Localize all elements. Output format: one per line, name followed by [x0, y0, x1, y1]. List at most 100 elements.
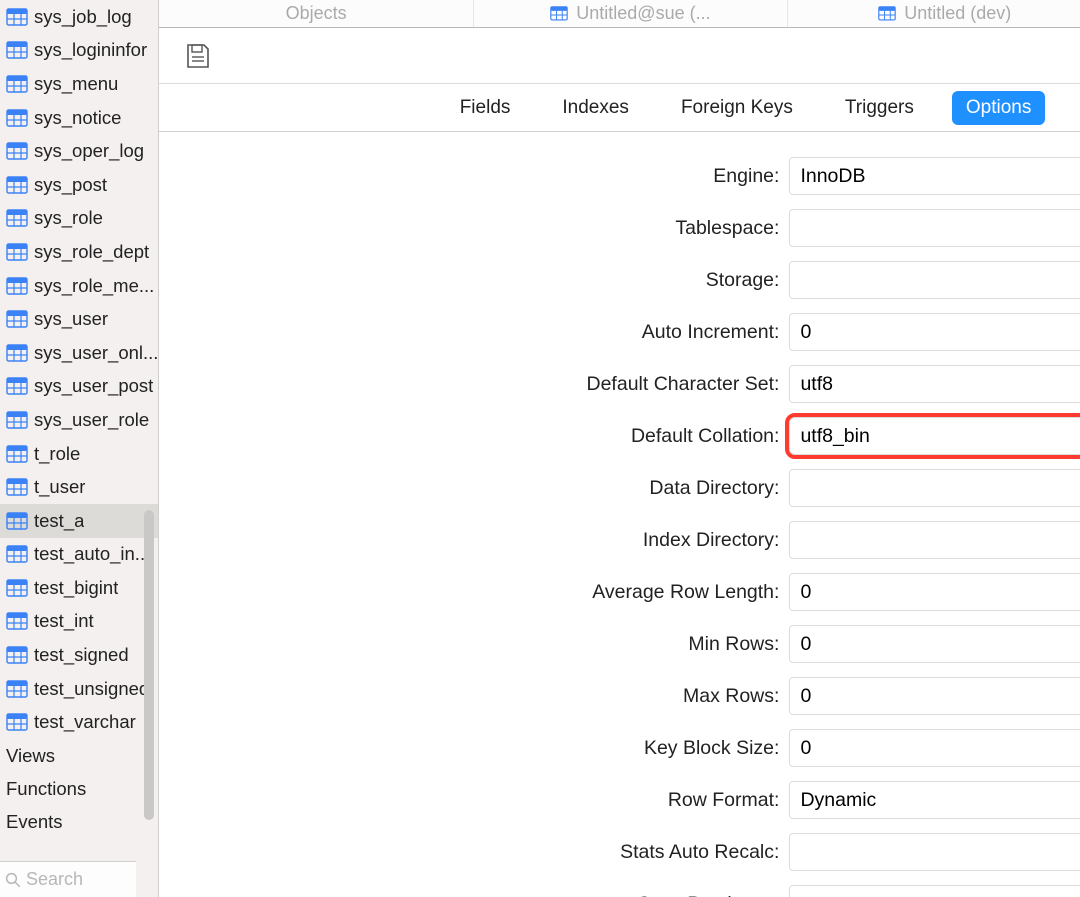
- field-input[interactable]: [790, 626, 1080, 662]
- form-row: Stats Persistent:: [159, 878, 1080, 897]
- sidebar-table-sys_logininfor[interactable]: sys_logininfor: [0, 34, 158, 68]
- sidebar-table-t_user[interactable]: t_user: [0, 470, 158, 504]
- input-data-directory[interactable]: [789, 469, 1080, 507]
- main-area: Objects Untitled@sue (... Untitled (dev): [159, 0, 1080, 897]
- select-storage[interactable]: [789, 261, 1080, 299]
- sidebar-table-test_bigint[interactable]: test_bigint: [0, 571, 158, 605]
- table-icon: [6, 512, 28, 530]
- subtab-foreign-keys[interactable]: Foreign Keys: [667, 91, 807, 125]
- field-label: Min Rows:: [159, 633, 789, 656]
- field-input[interactable]: [790, 522, 1080, 558]
- table-label: sys_role: [34, 207, 103, 229]
- table-icon: [6, 612, 28, 630]
- tab-objects[interactable]: Objects: [159, 0, 473, 27]
- subtab-indexes[interactable]: Indexes: [548, 91, 643, 125]
- table-editor-subtabs: Fields Indexes Foreign Keys Triggers Options…: [159, 84, 1080, 132]
- table-icon: [878, 5, 896, 23]
- table-label: sys_oper_log: [34, 140, 144, 162]
- table-label: sys_post: [34, 174, 107, 196]
- sidebar-table-sys_user[interactable]: sys_user: [0, 302, 158, 336]
- field-label: Auto Increment:: [159, 321, 789, 344]
- sidebar-scrollbar[interactable]: [144, 510, 154, 820]
- subtab-commen[interactable]: Commen: [1069, 91, 1080, 125]
- sidebar-table-sys_user_onl-[interactable]: sys_user_onl...: [0, 336, 158, 370]
- field-input[interactable]: [790, 574, 1080, 610]
- sidebar-table-test_a[interactable]: test_a: [0, 504, 158, 538]
- field-input[interactable]: [790, 678, 1080, 714]
- sidebar-table-test_unsigned[interactable]: test_unsigned: [0, 672, 158, 706]
- sidebar-table-test_signed[interactable]: test_signed: [0, 638, 158, 672]
- field-input[interactable]: [790, 210, 1080, 246]
- tab-untitled-sue[interactable]: Untitled@sue (...: [474, 0, 788, 27]
- table-icon: [6, 445, 28, 463]
- field-input[interactable]: [790, 314, 1080, 350]
- field-input[interactable]: [790, 418, 1080, 454]
- table-label: t_user: [34, 476, 85, 498]
- field-input[interactable]: [790, 262, 1080, 298]
- table-icon: [6, 243, 28, 261]
- table-icon: [6, 109, 28, 127]
- sidebar-table-t_role[interactable]: t_role: [0, 437, 158, 471]
- field-input[interactable]: [790, 886, 1080, 897]
- sidebar-category-views[interactable]: Views: [0, 739, 158, 772]
- table-icon: [6, 8, 28, 26]
- sidebar-table-sys_post[interactable]: sys_post: [0, 168, 158, 202]
- sidebar-table-sys_job_log[interactable]: sys_job_log: [0, 0, 158, 34]
- table-label: sys_user_onl...: [34, 342, 158, 364]
- sidebar-table-sys_notice[interactable]: sys_notice: [0, 101, 158, 135]
- select-engine[interactable]: [789, 157, 1080, 195]
- table-label: sys_menu: [34, 73, 118, 95]
- field-label: Index Directory:: [159, 529, 789, 552]
- field-label: Average Row Length:: [159, 581, 789, 604]
- options-form: Engine:Tablespace:Storage:Auto Increment…: [159, 132, 1080, 897]
- select-row-format[interactable]: [789, 781, 1080, 819]
- input-min-rows[interactable]: [789, 625, 1080, 663]
- field-label: Key Block Size:: [159, 737, 789, 760]
- select-default-character-set[interactable]: [789, 365, 1080, 403]
- tab-label: Untitled (dev): [904, 3, 1011, 24]
- table-icon: [6, 478, 28, 496]
- table-icon: [6, 344, 28, 362]
- sidebar-table-sys_role_dept[interactable]: sys_role_dept: [0, 235, 158, 269]
- table-icon: [6, 277, 28, 295]
- input-average-row-length[interactable]: [789, 573, 1080, 611]
- sidebar-table-sys_user_post[interactable]: sys_user_post: [0, 370, 158, 404]
- input-key-block-size[interactable]: [789, 729, 1080, 767]
- sidebar-table-sys_oper_log[interactable]: sys_oper_log: [0, 134, 158, 168]
- field-input[interactable]: [790, 730, 1080, 766]
- sidebar-table-test_varchar[interactable]: test_varchar: [0, 705, 158, 739]
- sidebar-category-functions[interactable]: Functions: [0, 772, 158, 805]
- sidebar-table-test_int[interactable]: test_int: [0, 605, 158, 639]
- sidebar-table-test_auto_in-[interactable]: test_auto_in...: [0, 538, 158, 572]
- save-button[interactable]: [185, 41, 211, 71]
- search-icon: [4, 871, 22, 889]
- field-input[interactable]: [790, 782, 1080, 818]
- sidebar-search[interactable]: Search: [0, 861, 136, 897]
- field-input[interactable]: [790, 366, 1080, 402]
- input-max-rows[interactable]: [789, 677, 1080, 715]
- sidebar-table-sys_menu[interactable]: sys_menu: [0, 67, 158, 101]
- sidebar-table-sys_user_role[interactable]: sys_user_role: [0, 403, 158, 437]
- form-row: Default Character Set:: [159, 358, 1080, 410]
- input-index-directory[interactable]: [789, 521, 1080, 559]
- form-row: Data Directory:: [159, 462, 1080, 514]
- tab-untitled-dev[interactable]: Untitled (dev): [788, 0, 1080, 27]
- input-auto-increment[interactable]: [789, 313, 1080, 351]
- field-input[interactable]: [790, 158, 1080, 194]
- select-tablespace[interactable]: [789, 209, 1080, 247]
- table-icon: [6, 646, 28, 664]
- sidebar-table-sys_role[interactable]: sys_role: [0, 202, 158, 236]
- subtab-fields[interactable]: Fields: [446, 91, 525, 125]
- select-default-collation[interactable]: [789, 417, 1080, 455]
- sidebar-category-events[interactable]: Events: [0, 805, 158, 830]
- field-input[interactable]: [790, 834, 1080, 870]
- table-icon: [6, 209, 28, 227]
- select-stats-auto-recalc[interactable]: [789, 833, 1080, 871]
- field-input[interactable]: [790, 470, 1080, 506]
- subtab-options[interactable]: Options: [952, 91, 1045, 125]
- select-stats-persistent[interactable]: [789, 885, 1080, 897]
- form-row: Default Collation:: [159, 410, 1080, 462]
- subtab-triggers[interactable]: Triggers: [831, 91, 928, 125]
- form-row: Engine:: [159, 150, 1080, 202]
- sidebar-table-sys_role_me-[interactable]: sys_role_me...: [0, 269, 158, 303]
